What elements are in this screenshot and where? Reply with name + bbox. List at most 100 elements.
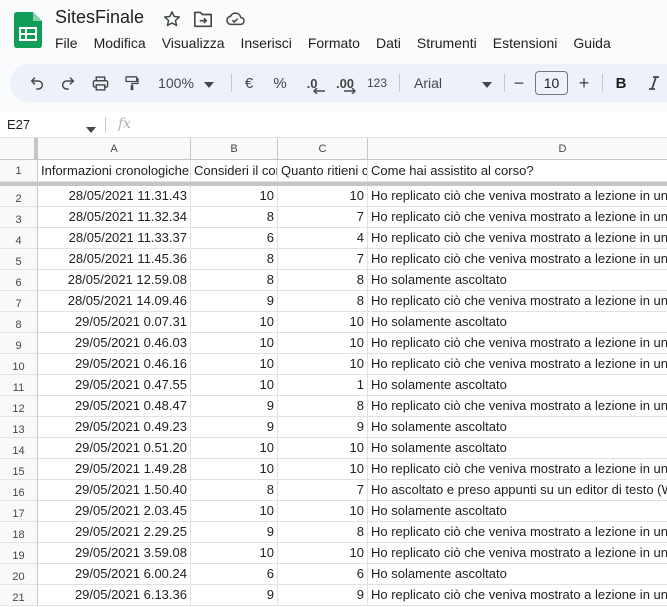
cell-b[interactable]: 9 [191, 396, 278, 417]
cell-c[interactable]: 9 [278, 417, 368, 438]
select-all-corner[interactable] [0, 138, 38, 160]
cell-c[interactable]: 7 [278, 480, 368, 501]
cell-c[interactable]: 10 [278, 543, 368, 564]
increase-decimals-button[interactable]: .00 [331, 64, 359, 102]
decrease-decimals-button[interactable]: .0 [300, 64, 325, 102]
cell-b[interactable]: 6 [191, 564, 278, 585]
cell-b[interactable]: 10 [191, 438, 278, 459]
print-icon[interactable] [87, 64, 113, 102]
row-header[interactable]: 14 [0, 438, 38, 459]
cell-a[interactable]: 29/05/2021 0.51.20 [38, 438, 191, 459]
name-box-dropdown-icon[interactable] [86, 120, 96, 138]
row-header[interactable]: 10 [0, 354, 38, 375]
cell-c[interactable]: 7 [278, 249, 368, 270]
cell-d[interactable]: Ho solamente ascoltato [368, 375, 667, 396]
row-header[interactable]: 11 [0, 375, 38, 396]
cell-d[interactable]: Ho replicato ciò che veniva mostrato a l… [368, 207, 667, 228]
cell-a[interactable]: 28/05/2021 11.45.36 [38, 249, 191, 270]
cell-d[interactable]: Ho ascoltato e preso appunti su un edito… [368, 480, 667, 501]
cell-a[interactable]: 28/05/2021 14.09.46 [38, 291, 191, 312]
row-header[interactable]: 21 [0, 585, 38, 606]
cell-d[interactable]: Ho solamente ascoltato [368, 417, 667, 438]
menu-strumenti[interactable]: Strumenti [409, 33, 485, 53]
row-header[interactable]: 17 [0, 501, 38, 522]
number-format-button[interactable]: 123 [363, 64, 391, 102]
menu-file[interactable]: File [47, 33, 86, 53]
zoom-select[interactable]: 100% [153, 64, 219, 102]
cell-b[interactable]: 10 [191, 312, 278, 333]
cell-b[interactable]: 10 [191, 354, 278, 375]
menu-guida[interactable]: Guida [565, 33, 618, 53]
cell-c[interactable]: 4 [278, 228, 368, 249]
cell-d[interactable]: Ho replicato ciò che veniva mostrato a l… [368, 291, 667, 312]
cell-a[interactable]: 29/05/2021 0.48.47 [38, 396, 191, 417]
cell-c[interactable]: 10 [278, 312, 368, 333]
cell-d[interactable]: Ho replicato ciò che veniva mostrato a l… [368, 228, 667, 249]
cell-d[interactable]: Ho solamente ascoltato [368, 438, 667, 459]
cell-c[interactable]: 1 [278, 375, 368, 396]
cell-b[interactable]: 10 [191, 501, 278, 522]
cell-a[interactable]: 29/05/2021 2.03.45 [38, 501, 191, 522]
row-header[interactable]: 20 [0, 564, 38, 585]
menu-visualizza[interactable]: Visualizza [154, 33, 233, 53]
cell-a[interactable]: 29/05/2021 3.59.08 [38, 543, 191, 564]
cell-c[interactable]: 8 [278, 291, 368, 312]
row-header[interactable]: 19 [0, 543, 38, 564]
header-cell-c[interactable]: Quanto ritieni che [278, 160, 368, 182]
row-header[interactable]: 1 [0, 160, 38, 182]
cell-a[interactable]: 28/05/2021 11.32.34 [38, 207, 191, 228]
menu-estensioni[interactable]: Estensioni [485, 33, 566, 53]
font-size-input[interactable]: 10 [535, 71, 568, 95]
column-header-d[interactable]: D [368, 138, 667, 160]
cell-c[interactable]: 10 [278, 438, 368, 459]
cell-c[interactable]: 10 [278, 333, 368, 354]
star-icon[interactable] [162, 9, 182, 29]
cell-d[interactable]: Ho solamente ascoltato [368, 312, 667, 333]
cell-b[interactable]: 9 [191, 417, 278, 438]
cell-d[interactable]: Ho replicato ciò che veniva mostrato a l… [368, 585, 667, 606]
cell-a[interactable]: 29/05/2021 0.07.31 [38, 312, 191, 333]
currency-format-button[interactable]: € [238, 64, 260, 102]
row-header[interactable]: 15 [0, 459, 38, 480]
cell-b[interactable]: 8 [191, 207, 278, 228]
row-header[interactable]: 3 [0, 207, 38, 228]
header-cell-d[interactable]: Come hai assistito al corso? [368, 160, 667, 182]
cell-d[interactable]: Ho solamente ascoltato [368, 564, 667, 585]
decrease-font-size-button[interactable]: − [509, 64, 529, 102]
row-header[interactable]: 4 [0, 228, 38, 249]
cell-a[interactable]: 28/05/2021 12.59.08 [38, 270, 191, 291]
cell-c[interactable]: 8 [278, 270, 368, 291]
row-header[interactable]: 6 [0, 270, 38, 291]
cell-b[interactable]: 10 [191, 186, 278, 207]
undo-icon[interactable] [24, 64, 50, 102]
column-header-a[interactable]: A [38, 138, 191, 160]
column-header-b[interactable]: B [191, 138, 278, 160]
cell-d[interactable]: Ho solamente ascoltato [368, 270, 667, 291]
font-select[interactable]: Arial [408, 64, 498, 102]
cell-d[interactable]: Ho solamente ascoltato [368, 501, 667, 522]
row-header[interactable]: 18 [0, 522, 38, 543]
redo-icon[interactable] [55, 64, 81, 102]
cell-c[interactable]: 7 [278, 207, 368, 228]
cell-d[interactable]: Ho replicato ciò che veniva mostrato a l… [368, 543, 667, 564]
header-cell-a[interactable]: Informazioni cronologiche [38, 160, 191, 182]
column-header-c[interactable]: C [278, 138, 368, 160]
cell-c[interactable]: 9 [278, 585, 368, 606]
cell-a[interactable]: 29/05/2021 2.29.25 [38, 522, 191, 543]
cell-b[interactable]: 10 [191, 375, 278, 396]
italic-button[interactable] [644, 64, 664, 102]
cell-b[interactable]: 8 [191, 270, 278, 291]
cell-b[interactable]: 8 [191, 249, 278, 270]
increase-font-size-button[interactable]: + [574, 64, 594, 102]
cell-d[interactable]: Ho replicato ciò che veniva mostrato a l… [368, 249, 667, 270]
cell-d[interactable]: Ho replicato ciò che veniva mostrato a l… [368, 396, 667, 417]
frozen-row-divider[interactable] [0, 182, 667, 186]
cell-b[interactable]: 9 [191, 585, 278, 606]
paint-format-icon[interactable] [119, 64, 145, 102]
row-header[interactable]: 2 [0, 186, 38, 207]
menu-dati[interactable]: Dati [368, 33, 409, 53]
row-header[interactable]: 5 [0, 249, 38, 270]
cell-a[interactable]: 29/05/2021 1.50.40 [38, 480, 191, 501]
cell-a[interactable]: 29/05/2021 0.46.16 [38, 354, 191, 375]
cloud-saved-icon[interactable] [225, 9, 245, 29]
